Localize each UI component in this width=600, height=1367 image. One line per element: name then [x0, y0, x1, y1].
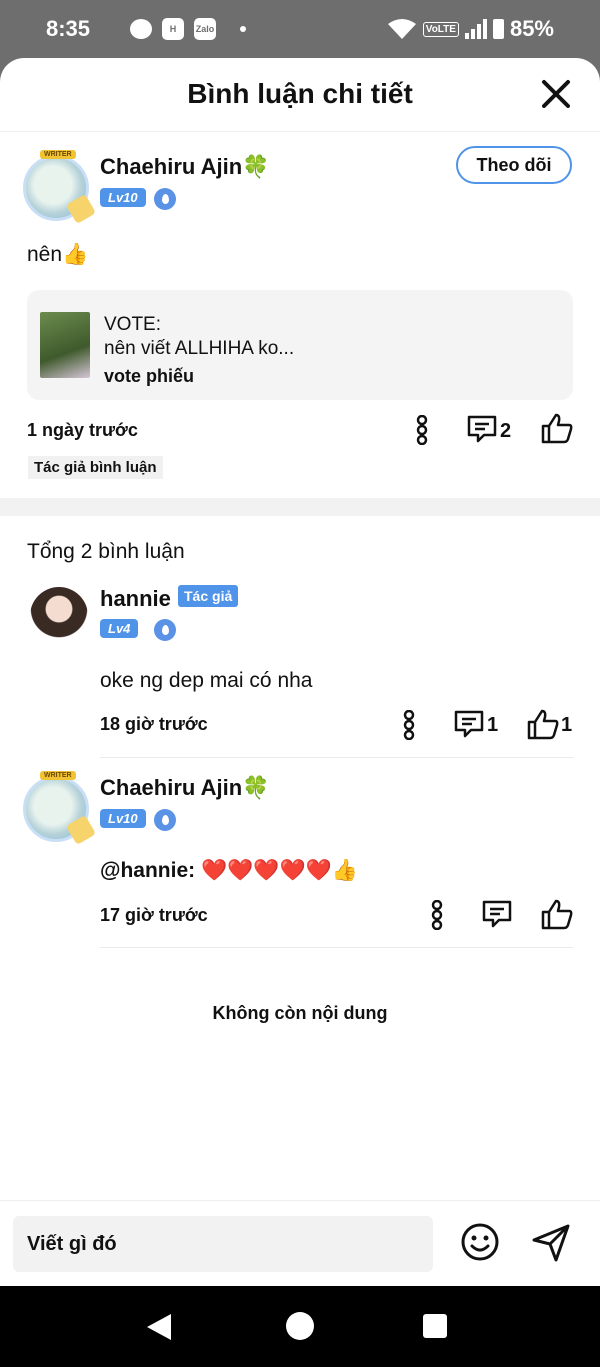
avatar[interactable]: WRITER [23, 771, 97, 846]
writer-tag: WRITER [40, 771, 76, 780]
status-app-icons: H Zalo [100, 18, 246, 40]
more-icon[interactable] [399, 710, 419, 740]
reply-icon[interactable] [453, 709, 485, 739]
like-count: 1 [561, 714, 573, 736]
author-tag: Tác giả [178, 585, 239, 607]
drop-badge-icon [154, 809, 176, 831]
section-separator [0, 498, 600, 516]
username: Chaehiru Ajin [100, 154, 243, 179]
volte-label: VoLTE [422, 21, 459, 37]
comment-input[interactable]: Viết gì đó [13, 1216, 433, 1272]
drop-badge-icon [154, 619, 176, 641]
page-title: Bình luận chi tiết [187, 78, 413, 109]
close-icon[interactable] [538, 76, 574, 112]
vote-thumbnail [40, 312, 90, 378]
like-icon[interactable] [526, 708, 560, 740]
sheet-header: Bình luận chi tiết [0, 58, 600, 132]
avatar[interactable] [30, 587, 88, 645]
drop-badge-icon [154, 188, 176, 210]
reply-text: @hannie: ❤️❤️❤️❤️❤️👍 [100, 859, 358, 883]
mention[interactable]: @hannie: [100, 859, 195, 882]
comment-input-bar: Viết gì đó [0, 1200, 600, 1286]
end-of-content: Không còn nội dung [212, 1003, 388, 1023]
username[interactable]: hannie [100, 586, 171, 612]
messenger-icon [130, 19, 152, 39]
zalo-icon: Zalo [194, 18, 216, 40]
battery-icon [492, 19, 504, 39]
like-icon[interactable] [540, 412, 574, 444]
wifi-icon [387, 19, 416, 39]
more-icon[interactable] [412, 415, 432, 445]
pen-icon [65, 814, 97, 846]
comment-detail-sheet: Bình luận chi tiết WRITER Chaehiru Ajin🍀… [0, 58, 600, 1286]
reply-count: 2 [500, 420, 512, 442]
writer-tag: WRITER [40, 150, 76, 159]
battery-percent: 85% [509, 16, 554, 41]
navigation-bar [0, 1286, 600, 1367]
divider [100, 757, 573, 758]
follow-button[interactable]: Theo dõi [456, 146, 572, 184]
notification-dot-icon [240, 26, 246, 32]
author-comment-label: Tác giả bình luận [28, 456, 163, 479]
pen-icon [65, 193, 97, 225]
reply-emojis: ❤️❤️❤️❤️❤️👍 [201, 859, 358, 882]
status-time: 8:35 [46, 16, 91, 41]
comment-text: nên👍 [27, 243, 89, 266]
comment-author[interactable]: Chaehiru Ajin🍀 [100, 154, 270, 180]
reply-count: 1 [487, 714, 499, 736]
send-icon[interactable] [530, 1222, 572, 1264]
vote-card[interactable]: VOTE: nên viết ALLHIHA ko... vote phiếu [27, 290, 573, 400]
username: Chaehiru Ajin [100, 775, 243, 800]
status-bar: 8:35 H Zalo VoLTE 85% [0, 0, 600, 58]
reply-icon[interactable] [481, 899, 513, 929]
reply-text: oke ng dep mai có nha [100, 669, 313, 692]
replies-header: Tổng 2 bình luận [27, 540, 185, 563]
status-right: VoLTE 85% [387, 16, 554, 42]
vote-title: VOTE: [104, 314, 162, 335]
avatar[interactable]: WRITER [23, 150, 97, 225]
back-icon[interactable] [147, 1314, 171, 1340]
level-badge: Lv10 [100, 188, 146, 207]
clover-emoji: 🍀 [242, 154, 270, 179]
home-icon[interactable] [286, 1312, 314, 1340]
comment-time: 1 ngày trước [27, 420, 138, 440]
reply-time: 17 giờ trước [100, 905, 208, 925]
level-badge: Lv10 [100, 809, 146, 828]
reply-icon[interactable] [466, 414, 498, 444]
like-icon[interactable] [540, 898, 574, 930]
clover-emoji: 🍀 [242, 775, 270, 800]
h-app-icon: H [162, 18, 184, 40]
vote-subtitle: nên viết ALLHIHA ko... [104, 338, 295, 359]
vote-link[interactable]: vote phiếu [104, 366, 194, 387]
reply-time: 18 giờ trước [100, 714, 208, 734]
emoji-icon[interactable] [460, 1222, 500, 1262]
level-badge: Lv4 [100, 619, 139, 638]
more-icon[interactable] [427, 900, 447, 930]
reply-author[interactable]: Chaehiru Ajin🍀 [100, 775, 270, 801]
divider [100, 947, 573, 948]
signal-icon [464, 19, 487, 39]
recent-apps-icon[interactable] [423, 1314, 447, 1338]
